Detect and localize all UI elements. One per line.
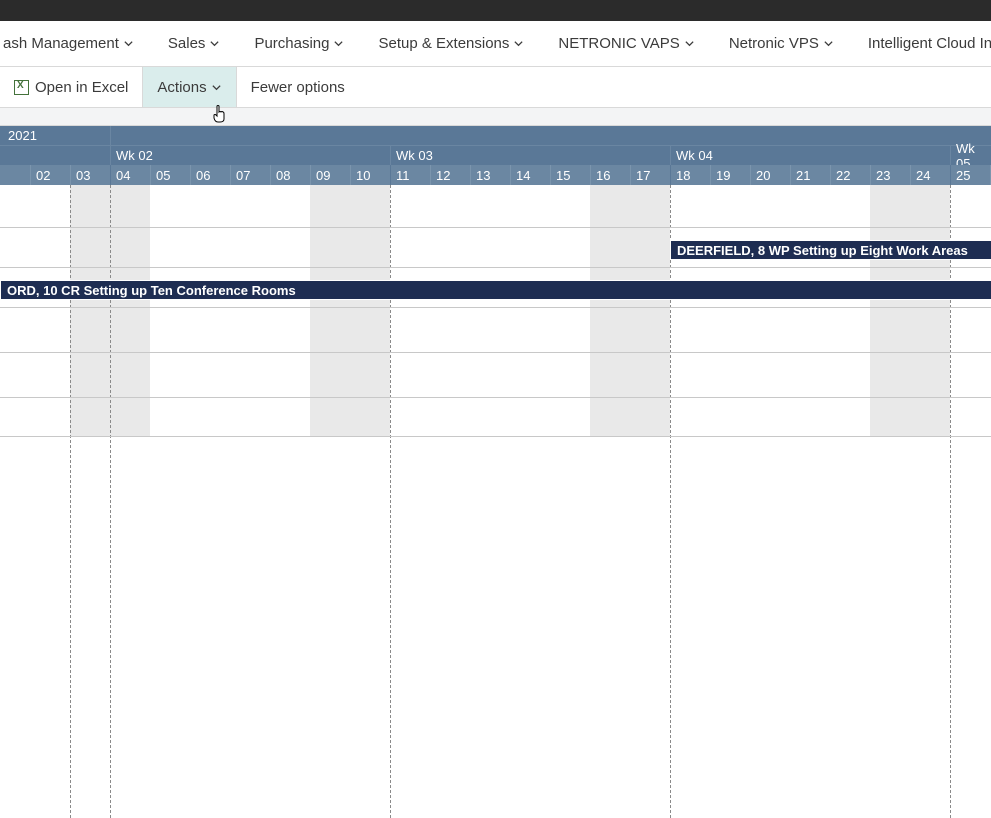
chevron-down-icon: [211, 80, 222, 97]
nav-item[interactable]: NETRONIC VAPS: [558, 35, 694, 52]
upper-band: [0, 185, 991, 437]
timeline-week-row: Wk 02 Wk 03 Wk 04 Wk 05: [0, 145, 991, 165]
day-label: 06: [190, 165, 230, 185]
day-label: 05: [150, 165, 190, 185]
nav-item-label: Sales: [168, 35, 206, 52]
nav-item[interactable]: Netronic VPS: [729, 35, 834, 52]
week-label: Wk 04: [670, 146, 713, 165]
nav-item[interactable]: ash Management: [3, 35, 134, 52]
actions-label: Actions: [157, 79, 206, 96]
day-label: 11: [390, 165, 430, 185]
nav-item-label: ash Management: [3, 35, 119, 52]
actions-button[interactable]: Actions: [143, 67, 235, 107]
day-label: 23: [870, 165, 910, 185]
gantt-body[interactable]: DEERFIELD, 8 WP Setting up Eight Work Ar…: [0, 185, 991, 818]
day-label: 25: [950, 165, 990, 185]
day-label: 24: [910, 165, 950, 185]
nav-item[interactable]: Setup & Extensions: [378, 35, 524, 52]
week-label: Wk 02: [110, 146, 153, 165]
excel-icon: [14, 80, 29, 95]
open-in-excel-label: Open in Excel: [35, 79, 128, 96]
nav-item-label: Purchasing: [254, 35, 329, 52]
day-label: 16: [590, 165, 630, 185]
chevron-down-icon: [333, 36, 344, 53]
week-label: Wk 05: [950, 146, 991, 165]
chevron-down-icon: [513, 36, 524, 53]
day-label: 15: [550, 165, 590, 185]
nav-item[interactable]: Purchasing: [254, 35, 344, 52]
gantt-bar[interactable]: DEERFIELD, 8 WP Setting up Eight Work Ar…: [670, 240, 991, 260]
nav-item-label: NETRONIC VAPS: [558, 35, 679, 52]
day-label: 02: [30, 165, 70, 185]
day-label: 20: [750, 165, 790, 185]
gantt-bar[interactable]: ORD, 10 CR Setting up Ten Conference Roo…: [0, 280, 991, 300]
gantt-chart: 2021 Wk 02 Wk 03 Wk 04 Wk 05 02030405060708…: [0, 126, 991, 818]
subbar: [0, 108, 991, 126]
main-nav: ash Management Sales Purchasing Setup & Ext…: [0, 21, 991, 66]
day-label: 12: [430, 165, 470, 185]
year-label: 2021: [3, 126, 37, 145]
chevron-down-icon: [684, 36, 695, 53]
timeline-year-row: 2021: [0, 126, 991, 145]
day-label: 18: [670, 165, 710, 185]
nav-item[interactable]: Intelligent Cloud Insig: [868, 35, 991, 52]
chevron-down-icon: [123, 36, 134, 53]
day-label: 04: [110, 165, 150, 185]
nav-item[interactable]: Sales: [168, 35, 221, 52]
day-label: 19: [710, 165, 750, 185]
day-label: 03: [70, 165, 110, 185]
nav-item-label: Setup & Extensions: [378, 35, 509, 52]
toolbar: Open in Excel Actions Fewer options: [0, 66, 991, 108]
day-label: 10: [350, 165, 390, 185]
week-label: Wk 03: [390, 146, 433, 165]
day-label: 08: [270, 165, 310, 185]
open-in-excel-button[interactable]: Open in Excel: [0, 67, 142, 107]
day-label: 22: [830, 165, 870, 185]
chevron-down-icon: [823, 36, 834, 53]
timeline-day-row: 0203040506070809101112131415161718192021…: [0, 165, 991, 185]
nav-item-label: Intelligent Cloud Insig: [868, 35, 991, 52]
fewer-options-label: Fewer options: [251, 79, 345, 96]
day-label: 07: [230, 165, 270, 185]
day-label: 14: [510, 165, 550, 185]
day-label: 09: [310, 165, 350, 185]
titlebar-dark-strip: [0, 0, 991, 21]
day-label: 17: [630, 165, 670, 185]
nav-item-label: Netronic VPS: [729, 35, 819, 52]
day-label: 13: [470, 165, 510, 185]
fewer-options-button[interactable]: Fewer options: [237, 67, 359, 107]
day-label: 21: [790, 165, 830, 185]
chevron-down-icon: [209, 36, 220, 53]
